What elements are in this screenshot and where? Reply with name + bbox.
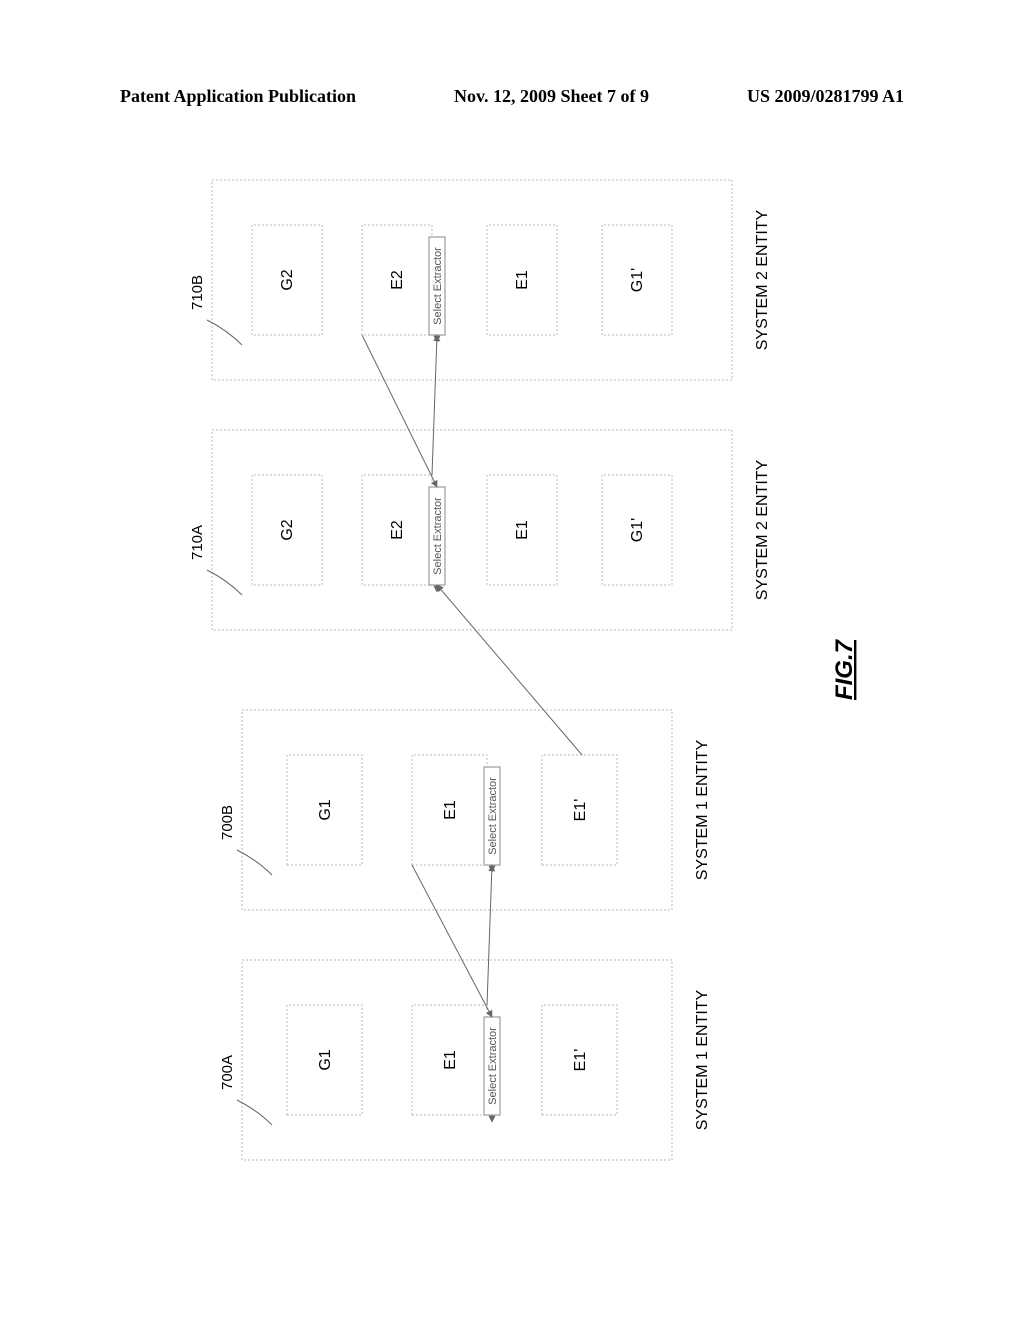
ref-710A: 710A	[189, 525, 206, 560]
page-header: Patent Application Publication Nov. 12, …	[0, 86, 1024, 107]
b700A-item2: E1'	[572, 1049, 589, 1072]
b710A-item0: G2	[279, 519, 296, 540]
b710A-tab: Select Extractor	[432, 497, 444, 575]
b710B-item2: E1	[514, 270, 531, 290]
b700B-item1: E1	[442, 800, 459, 820]
b710A-item2: E1	[514, 520, 531, 540]
figure-7: 700A G1 E1 Select Extractor E1' SYSTEM 1…	[112, 140, 912, 1200]
b700A-item1: E1	[442, 1050, 459, 1070]
arrow-700A-to-700B	[487, 865, 492, 1005]
b700A-tab: Select Extractor	[487, 1027, 499, 1105]
figure-label: FIG.7	[831, 638, 858, 700]
b700B-caption: SYSTEM 1 ENTITY	[694, 739, 711, 880]
entity-700B: 700B G1 E1 Select Extractor E1' SYSTEM 1…	[219, 710, 711, 910]
b710A-caption: SYSTEM 2 ENTITY	[754, 459, 771, 600]
ref-700B: 700B	[219, 805, 236, 840]
b710A-item1: E2	[389, 520, 406, 540]
b700B-tab: Select Extractor	[487, 777, 499, 855]
ref-710B: 710B	[189, 275, 206, 310]
b700A-caption: SYSTEM 1 ENTITY	[694, 989, 711, 1130]
ref-700A: 700A	[219, 1055, 236, 1090]
b710B-tab: Select Extractor	[432, 247, 444, 325]
entity-710A: 710A G2 E2 Select Extractor E1 G1' SYSTE…	[189, 430, 771, 630]
header-left: Patent Application Publication	[120, 86, 356, 107]
b710B-caption: SYSTEM 2 ENTITY	[754, 209, 771, 350]
b710A-item3: G1'	[629, 518, 646, 542]
arrow-700B-to-700A	[412, 865, 492, 1017]
b700A-item0: G1	[317, 1049, 334, 1070]
header-right: US 2009/0281799 A1	[747, 86, 904, 107]
arrow-710B-to-710A	[362, 335, 437, 487]
b710B-item1: E2	[389, 270, 406, 290]
arrow-710A-to-710B	[432, 335, 437, 475]
entity-700A: 700A G1 E1 Select Extractor E1' SYSTEM 1…	[219, 960, 711, 1160]
entity-710B: 710B G2 E2 Select Extractor E1 G1' SYSTE…	[189, 180, 771, 380]
b700B-item0: G1	[317, 799, 334, 820]
b710B-item3: G1'	[629, 268, 646, 292]
b700B-item2: E1'	[572, 799, 589, 822]
b710B-item0: G2	[279, 269, 296, 290]
header-center: Nov. 12, 2009 Sheet 7 of 9	[454, 86, 649, 107]
arrow-700B-to-710A	[437, 585, 582, 755]
